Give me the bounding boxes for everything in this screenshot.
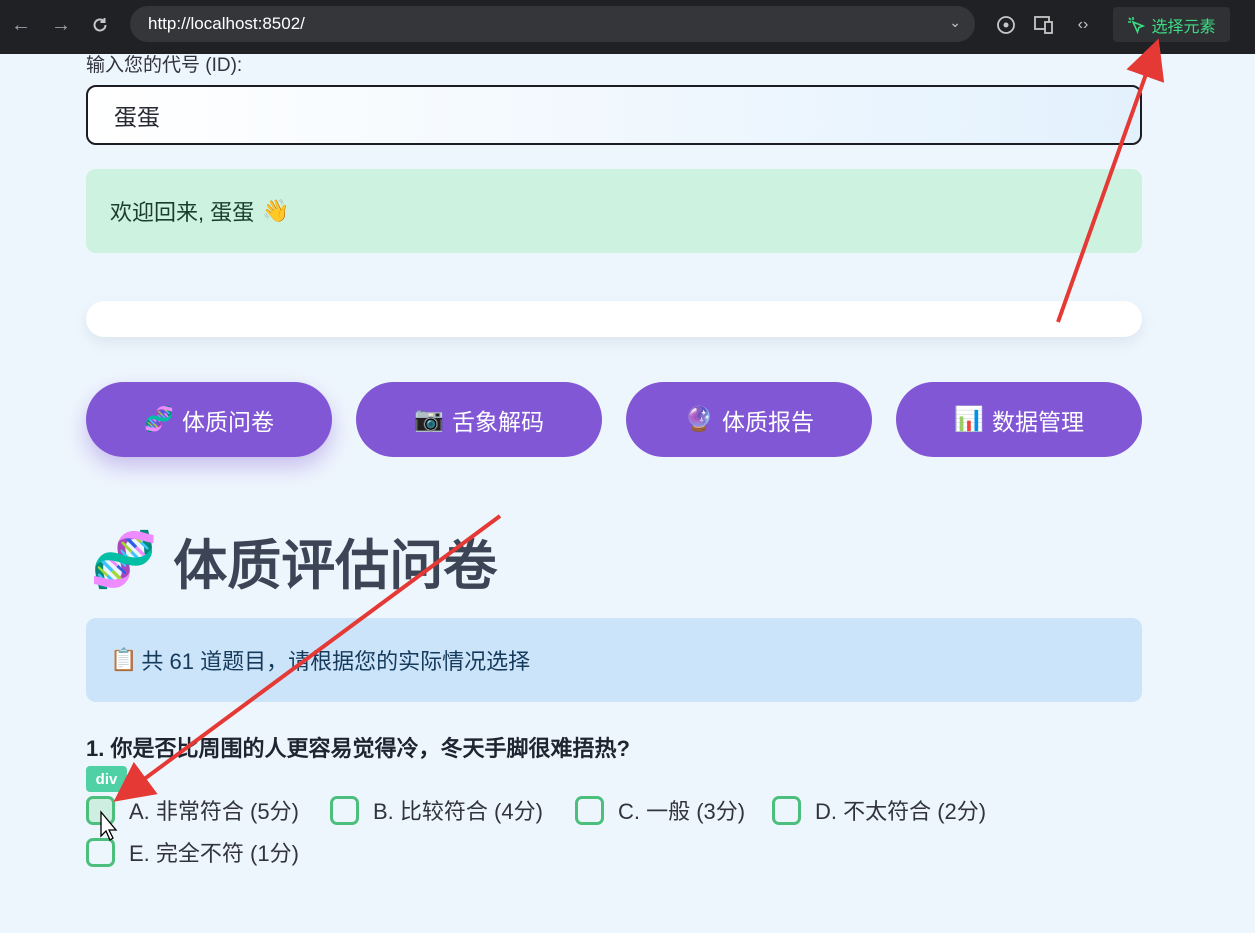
option-label: B. 比较符合 (4分)	[373, 799, 543, 824]
page-title: 🧬 体质评估问卷	[90, 525, 497, 596]
forward-arrow-icon[interactable]: →	[48, 12, 74, 38]
welcome-alert: 欢迎回来, 蛋蛋 👋	[86, 169, 1142, 253]
progress-bar	[86, 301, 1142, 337]
device-toolbar-icon[interactable]	[1031, 12, 1057, 38]
camera-icon: 📷	[414, 406, 444, 433]
browser-toolbar: ← → http://localhost:8502/ ⌄ ‹› 选择元素	[0, 0, 1255, 54]
nav-tabs: 🧬 体质问卷 📷 舌象解码 🔮 体质报告 📊 数据管理	[86, 382, 1142, 457]
option-b[interactable]: B. 比较符合 (4分)	[330, 794, 543, 826]
page-title-text: 体质评估问卷	[173, 535, 498, 596]
tab-report[interactable]: 🔮 体质报告	[626, 382, 872, 457]
option-label: D. 不太符合 (2分)	[815, 799, 987, 824]
checkbox[interactable]	[330, 795, 359, 825]
info-alert: 📋 共 61 道题目，请根据您的实际情况选择	[86, 618, 1142, 702]
option-a[interactable]: A. 非常符合 (5分)	[86, 794, 299, 826]
id-input-value: 蛋蛋	[114, 104, 160, 130]
tab-label: 数据管理	[991, 408, 1084, 435]
info-text: 共 61 道题目，请根据您的实际情况选择	[141, 649, 531, 674]
id-input[interactable]: 蛋蛋	[86, 85, 1142, 145]
select-element-button[interactable]: 选择元素	[1113, 7, 1230, 42]
tab-data[interactable]: 📊 数据管理	[896, 382, 1142, 457]
dna-icon: 🧬	[90, 530, 158, 590]
tab-questionnaire[interactable]: 🧬 体质问卷	[86, 382, 332, 457]
tab-label: 体质报告	[721, 408, 814, 435]
bar-chart-icon: 📊	[954, 406, 984, 433]
option-d[interactable]: D. 不太符合 (2分)	[772, 794, 986, 826]
checkbox[interactable]	[575, 795, 604, 825]
tab-tongue[interactable]: 📷 舌象解码	[356, 382, 602, 457]
id-label: 输入您的代号 (ID):	[86, 55, 243, 76]
option-c[interactable]: C. 一般 (3分)	[575, 794, 745, 826]
checkbox[interactable]	[86, 795, 115, 825]
clipboard-icon: 📋	[110, 647, 138, 672]
checkbox[interactable]	[86, 837, 115, 867]
tab-label: 体质问卷	[181, 408, 274, 435]
code-icon[interactable]: ‹›	[1070, 12, 1096, 38]
option-label: E. 完全不符 (1分)	[129, 841, 299, 866]
devtools-element-badge: div	[86, 766, 127, 792]
option-label: A. 非常符合 (5分)	[129, 799, 299, 824]
address-bar[interactable]: http://localhost:8502/ ⌄	[130, 6, 975, 42]
reload-icon[interactable]	[87, 12, 113, 38]
tab-label: 舌象解码	[451, 408, 544, 435]
crystal-ball-icon: 🔮	[684, 406, 714, 433]
cursor-select-icon	[1128, 16, 1146, 34]
dna-icon: 🧬	[144, 406, 174, 433]
option-e[interactable]: E. 完全不符 (1分)	[86, 836, 299, 868]
back-arrow-icon[interactable]: ←	[8, 12, 34, 38]
option-label: C. 一般 (3分)	[618, 799, 746, 824]
compass-icon[interactable]	[993, 12, 1019, 38]
welcome-text: 欢迎回来, 蛋蛋	[110, 200, 255, 225]
chevron-down-icon[interactable]: ⌄	[949, 14, 961, 31]
checkbox[interactable]	[772, 795, 801, 825]
url-text: http://localhost:8502/	[148, 14, 305, 33]
question-text: 1. 你是否比周围的人更容易觉得冷，冬天手脚很难捂热?	[86, 736, 630, 761]
select-element-label: 选择元素	[1151, 18, 1216, 36]
waving-hand-icon: 👋	[262, 198, 290, 223]
